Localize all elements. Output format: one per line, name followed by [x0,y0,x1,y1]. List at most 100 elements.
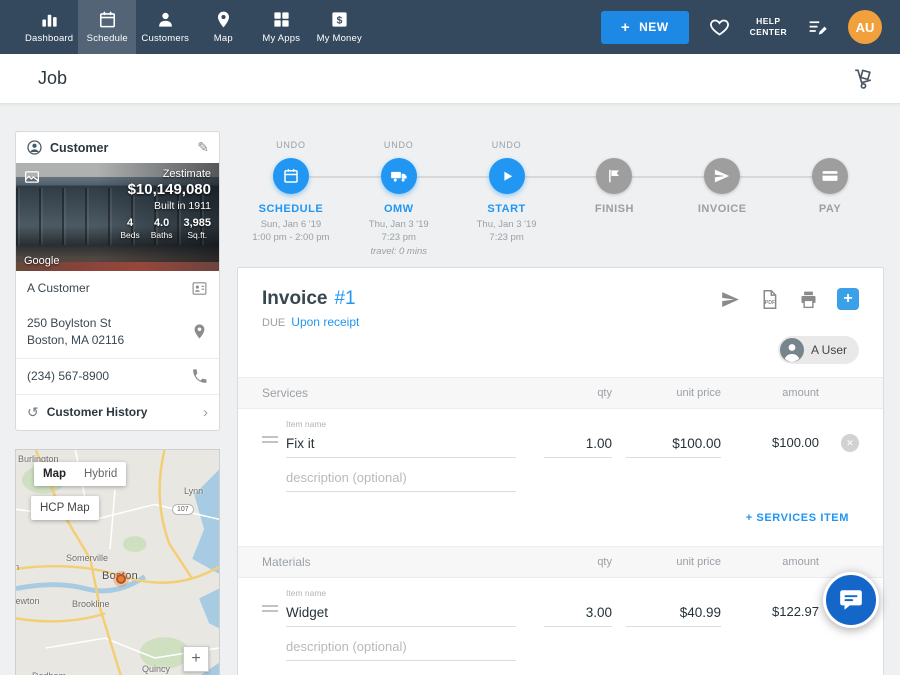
invoice-number: #1 [334,288,355,310]
unit-price-column-header: unit price [626,387,721,399]
timeline-step-finish: FINISH [560,104,668,258]
customer-address-row[interactable]: 250 Boylston St Boston, MA 02116 [16,306,219,358]
finish-step-button[interactable] [596,158,632,194]
material-description-row [238,627,883,661]
step-label: PAY [819,203,841,215]
nav-item-customers[interactable]: Customers [136,0,194,54]
heart-icon [709,17,730,38]
drag-handle-icon[interactable] [262,602,278,627]
job-status-timeline: UNDO SCHEDULE Sun, Jan 6 '19 1:00 pm - 2… [237,104,884,267]
service-unit-price-input[interactable] [626,432,721,458]
chat-bubble-icon [838,587,864,613]
material-name-input[interactable] [286,601,516,627]
nav-item-map[interactable]: Map [194,0,252,54]
apps-grid-icon [272,10,291,29]
nav-item-schedule[interactable]: Schedule [78,0,136,54]
customers-icon [156,10,175,29]
drag-handle-icon[interactable] [262,433,278,458]
nav-item-my-money[interactable]: $ My Money [310,0,368,54]
page-bar: Job [0,54,900,104]
omw-step-button[interactable] [381,158,417,194]
step-label: FINISH [595,203,634,215]
customer-phone-row[interactable]: (234) 567-8900 [16,358,219,394]
send-icon [720,289,741,310]
assigned-user-name: A User [811,343,847,357]
baths-label: Baths [151,230,173,240]
help-center-line1: HELP [750,16,787,27]
invoice-card: Invoice #1 PDF + DUE Upon rec [237,267,884,675]
timeline-step-schedule: UNDO SCHEDULE Sun, Jan 6 '19 1:00 pm - 2… [237,104,345,258]
map-label: Waltham [15,562,19,572]
due-terms-link[interactable]: Upon receipt [291,315,359,329]
photo-icon [24,170,40,189]
job-location-marker[interactable] [116,574,126,584]
beds-label: Beds [120,230,139,240]
google-watermark: Google [24,255,59,267]
contact-card-icon [191,280,208,297]
material-description-input[interactable] [286,635,516,661]
hand-truck-icon [852,68,874,90]
undo-start-link[interactable]: UNDO [492,140,522,153]
remove-service-item-button[interactable]: ✕ [841,434,859,452]
nav-label: Map [214,33,233,44]
new-button[interactable]: + NEW [601,11,689,44]
step-label: START [487,203,525,215]
printer-icon [798,289,819,310]
job-equipment-button[interactable] [852,68,874,90]
service-description-input[interactable] [286,466,516,492]
nav-item-my-apps[interactable]: My Apps [252,0,310,54]
send-invoice-button[interactable] [720,289,741,310]
map-widget[interactable]: Burlington Lynn Somerville Boston Newton… [15,449,220,675]
edit-customer-icon[interactable]: ✎ [197,139,209,156]
material-amount: $122.97 [731,604,819,627]
assigned-user-chip[interactable]: A User [778,336,859,364]
step-label: SCHEDULE [259,203,324,215]
qty-column-header: qty [544,556,612,568]
notes-icon [807,17,828,38]
zestimate-overlay: Zestimate $10,149,080 Built in 1911 4Bed… [120,168,211,240]
map-label: Brookline [72,599,110,609]
materials-section-header: Materials qty unit price amount [238,546,883,578]
map-type-map-button[interactable]: Map [34,462,75,486]
material-unit-price-input[interactable] [626,601,721,627]
nav-item-dashboard[interactable]: Dashboard [20,0,78,54]
history-icon: ↺ [27,405,39,419]
customer-card: Customer ✎ Zestimate $10,149,080 Built i… [15,131,220,431]
route-shield: 107 [172,504,194,515]
chevron-right-icon: › [203,405,208,420]
item-name-label: Item name [286,588,516,598]
assigned-user-avatar-icon [780,338,804,362]
print-button[interactable] [798,289,819,310]
svg-text:PDF: PDF [765,299,776,305]
invoice-title: Invoice [262,288,327,310]
customer-history-row[interactable]: ↺ Customer History › [16,394,219,430]
hcp-map-button[interactable]: HCP Map [31,496,99,520]
left-sidebar: Customer ✎ Zestimate $10,149,080 Built i… [15,131,220,675]
chat-fab-button[interactable] [823,572,879,628]
material-qty-input[interactable] [544,601,612,627]
help-center-link[interactable]: HELP CENTER [750,16,787,39]
undo-omw-link[interactable]: UNDO [384,140,414,153]
property-stats: 4Beds 4.0Baths 3,985Sq.ft. [120,217,211,240]
nav-label: Customers [141,33,189,44]
notes-button[interactable] [807,17,828,38]
zoom-in-button[interactable]: + [183,646,209,672]
pdf-button[interactable]: PDF [759,289,780,310]
service-name-input[interactable] [286,432,516,458]
help-center-line2: CENTER [750,27,787,38]
user-avatar[interactable]: AU [848,10,882,44]
service-qty-input[interactable] [544,432,612,458]
pdf-icon: PDF [759,289,780,310]
map-type-hybrid-button[interactable]: Hybrid [75,462,126,486]
customer-name-row[interactable]: A Customer [16,271,219,306]
schedule-step-button[interactable] [273,158,309,194]
invoice-step-button[interactable] [704,158,740,194]
start-step-button[interactable] [489,158,525,194]
undo-schedule-link[interactable]: UNDO [276,140,306,153]
svg-text:$: $ [336,15,342,26]
heart-button[interactable] [709,17,730,38]
invoice-actions: PDF + [720,288,859,310]
add-services-item-link[interactable]: + SERVICES ITEM [746,512,849,524]
invoice-add-button[interactable]: + [837,288,859,310]
pay-step-button[interactable] [812,158,848,194]
